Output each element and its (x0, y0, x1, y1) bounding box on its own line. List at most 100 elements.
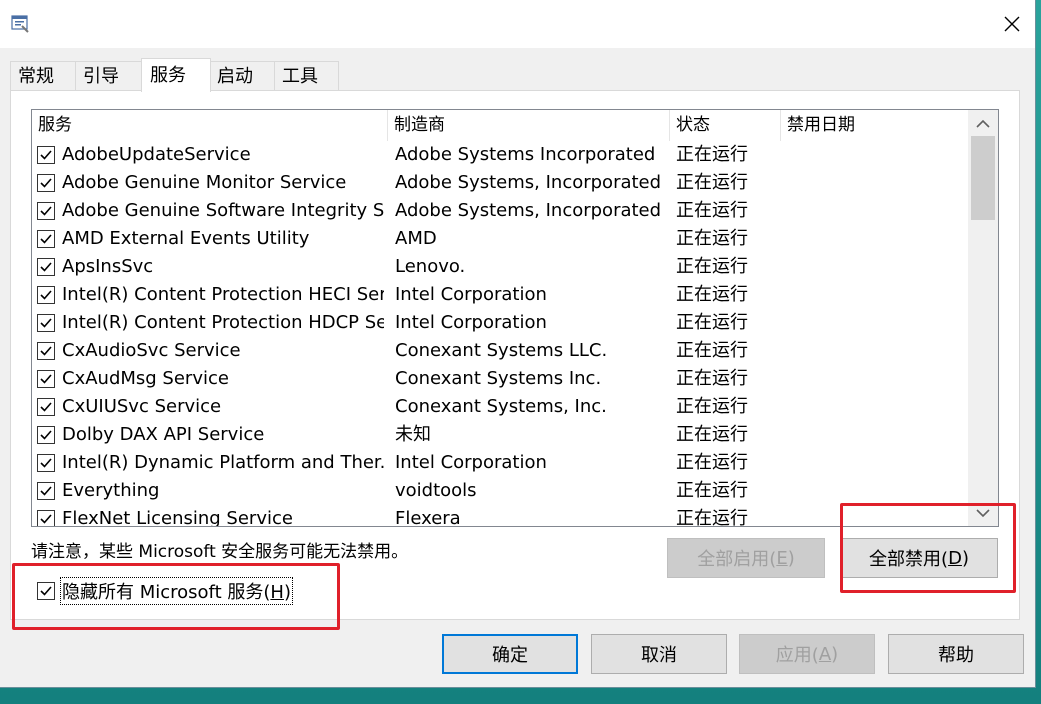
close-button[interactable] (989, 0, 1035, 48)
service-name: Intel(R) Content Protection HDCP Se... (62, 312, 384, 333)
list-item[interactable]: Adobe Genuine Software Integrity S... Ado… (32, 197, 968, 225)
service-checkbox[interactable] (37, 174, 55, 192)
list-item[interactable]: CxUIUSvc Service Conexant Systems, Inc. 正在… (32, 393, 968, 421)
service-status: 正在运行 (676, 284, 748, 305)
tab-tools[interactable]: 工具 (274, 61, 339, 91)
column-header-service[interactable]: 服务 (32, 110, 388, 141)
checkbox-label-text: 隐藏所有 Microsoft 服务( (62, 582, 271, 603)
service-checkbox[interactable] (37, 286, 55, 304)
vertical-scrollbar[interactable] (968, 110, 998, 526)
service-checkbox[interactable] (37, 454, 55, 472)
button-accesskey: E (776, 547, 788, 569)
button-label-suffix: ) (831, 643, 839, 665)
list-item[interactable]: CxAudioSvc Service Conexant Systems LLC. 正… (32, 337, 968, 365)
checkmark-icon (40, 234, 52, 244)
scroll-up-button[interactable] (968, 110, 998, 136)
service-manufacturer: Adobe Systems, Incorporated (395, 200, 662, 221)
button-label-suffix: ) (787, 547, 795, 569)
security-services-note: 请注意，某些 Microsoft 安全服务可能无法禁用。 (31, 542, 409, 562)
apply-button[interactable]: 应用(A) (739, 634, 875, 674)
service-checkbox[interactable] (37, 314, 55, 332)
hide-microsoft-services-checkbox[interactable]: 隐藏所有 Microsoft 服务(H) (37, 577, 293, 605)
cancel-button[interactable]: 取消 (591, 634, 727, 674)
checkbox-label: 隐藏所有 Microsoft 服务(H) (60, 577, 293, 605)
scroll-down-button[interactable] (968, 500, 998, 526)
services-list[interactable]: 服务 制造商 状态 禁用日期 AdobeUpdateService Adobe S… (31, 109, 999, 527)
checkmark-icon (40, 514, 52, 524)
list-item[interactable]: Intel(R) Content Protection HDCP Se... In… (32, 309, 968, 337)
list-item[interactable]: AdobeUpdateService Adobe Systems Incorpor… (32, 141, 968, 169)
list-item[interactable]: Intel(R) Dynamic Platform and Ther... Int… (32, 449, 968, 477)
list-item[interactable]: Intel(R) Content Protection HECI Ser... I… (32, 281, 968, 309)
service-checkbox[interactable] (37, 426, 55, 444)
list-item[interactable]: AMD External Events Utility AMD 正在运行 (32, 225, 968, 253)
service-manufacturer: Flexera (395, 508, 461, 527)
service-checkbox[interactable] (37, 370, 55, 388)
list-item[interactable]: Everything voidtools 正在运行 (32, 477, 968, 505)
column-header-status[interactable]: 状态 (670, 110, 781, 141)
tab-general[interactable]: 常规 (10, 61, 76, 91)
list-rows: AdobeUpdateService Adobe Systems Incorpor… (32, 141, 968, 527)
service-checkbox[interactable] (37, 146, 55, 164)
list-item[interactable]: CxAudMsg Service Conexant Systems Inc. 正在运… (32, 365, 968, 393)
list-item[interactable]: Adobe Genuine Monitor Service Adobe Syste… (32, 169, 968, 197)
msconfig-icon (11, 14, 31, 34)
service-checkbox[interactable] (37, 398, 55, 416)
list-item[interactable]: FlexNet Licensing Service Flexera 正在运行 (32, 505, 968, 527)
tab-services[interactable]: 服务 (141, 58, 211, 92)
column-header-disable-date[interactable]: 禁用日期 (781, 110, 968, 141)
ok-button[interactable]: 确定 (442, 634, 578, 674)
service-checkbox[interactable] (37, 510, 55, 526)
disable-all-button[interactable]: 全部禁用(D) (840, 538, 998, 578)
list-item[interactable]: ApsInsSvc Lenovo. 正在运行 (32, 253, 968, 281)
enable-all-button[interactable]: 全部启用(E) (667, 538, 825, 578)
tab-label: 常规 (18, 66, 54, 87)
list-header: 服务 制造商 状态 禁用日期 (32, 110, 968, 141)
service-status: 正在运行 (676, 480, 748, 501)
service-status: 正在运行 (676, 452, 748, 473)
service-status: 正在运行 (676, 424, 748, 445)
service-status: 正在运行 (676, 200, 748, 221)
tab-boot[interactable]: 引导 (75, 61, 143, 91)
list-item[interactable]: Dolby DAX API Service 未知 正在运行 (32, 421, 968, 449)
service-name: Intel(R) Content Protection HECI Ser... (62, 284, 384, 305)
service-status: 正在运行 (676, 508, 748, 527)
button-label-suffix: ) (961, 547, 969, 569)
service-manufacturer: Intel Corporation (395, 452, 547, 473)
tab-label: 服务 (150, 65, 186, 86)
column-header-manufacturer[interactable]: 制造商 (388, 110, 670, 141)
service-name: CxAudioSvc Service (62, 340, 241, 361)
button-label: 全部禁用( (869, 549, 949, 570)
services-panel: 服务 制造商 状态 禁用日期 AdobeUpdateService Adobe S… (10, 90, 1020, 620)
service-status: 正在运行 (676, 368, 748, 389)
service-status: 正在运行 (676, 144, 748, 165)
service-checkbox[interactable] (37, 342, 55, 360)
service-status: 正在运行 (676, 340, 748, 361)
service-checkbox[interactable] (37, 258, 55, 276)
service-status: 正在运行 (676, 228, 748, 249)
checkmark-icon (40, 346, 52, 356)
service-manufacturer: Adobe Systems Incorporated (395, 144, 656, 165)
service-name: Adobe Genuine Software Integrity S... (62, 200, 384, 221)
checkmark-icon (40, 458, 52, 468)
button-accesskey: A (818, 643, 832, 665)
tab-startup[interactable]: 启动 (209, 61, 276, 91)
service-checkbox[interactable] (37, 202, 55, 220)
service-status: 正在运行 (676, 312, 748, 333)
service-checkbox[interactable] (37, 230, 55, 248)
service-manufacturer: AMD (395, 228, 437, 249)
scroll-thumb[interactable] (971, 136, 995, 220)
close-icon (1004, 16, 1020, 32)
help-button[interactable]: 帮助 (888, 634, 1024, 674)
checkbox[interactable] (37, 582, 55, 600)
service-name: Intel(R) Dynamic Platform and Ther... (62, 452, 384, 473)
service-status: 正在运行 (676, 396, 748, 417)
service-name: FlexNet Licensing Service (62, 508, 293, 527)
service-manufacturer: Intel Corporation (395, 284, 547, 305)
service-manufacturer: Lenovo. (395, 256, 466, 277)
service-manufacturer: Conexant Systems Inc. (395, 368, 602, 389)
chevron-up-icon (976, 119, 990, 128)
service-checkbox[interactable] (37, 482, 55, 500)
title-bar (0, 0, 1035, 48)
service-name: CxUIUSvc Service (62, 396, 222, 417)
